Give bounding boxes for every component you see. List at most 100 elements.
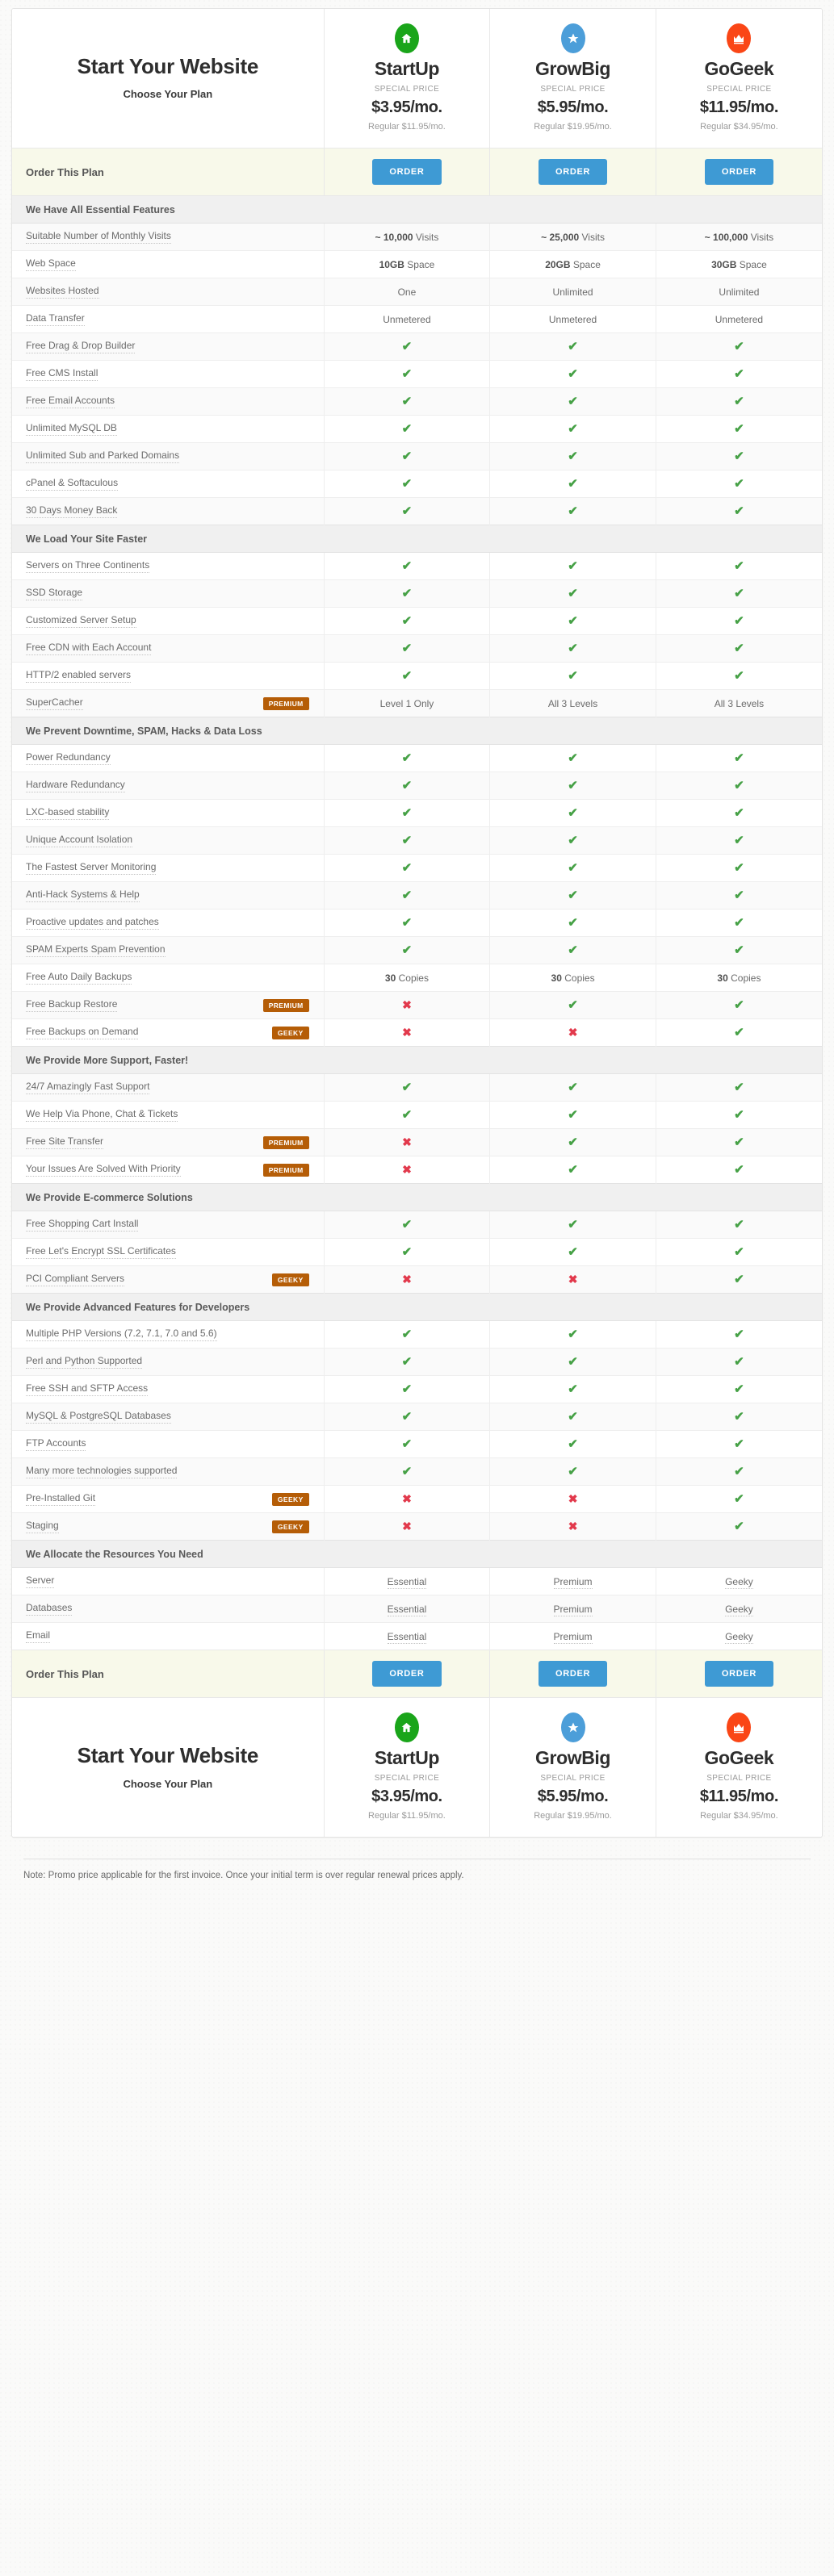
plan-value: 30 Copies: [717, 972, 761, 984]
feature-label[interactable]: SuperCacher: [26, 696, 83, 711]
plan-value: Unmetered: [715, 313, 764, 325]
feature-label[interactable]: Many more technologies supported: [26, 1465, 178, 1479]
feature-label[interactable]: Multiple PHP Versions (7.2, 7.1, 7.0 and…: [26, 1328, 217, 1342]
table-row: FTP Accounts ✔ ✔ ✔: [12, 1430, 822, 1458]
plan-special-price-label: SPECIAL PRICE: [706, 85, 772, 94]
plan-header-gogeek: GoGeek SPECIAL PRICE $11.95/mo. Regular $34…: [655, 1697, 822, 1838]
feature-label[interactable]: Proactive updates and patches: [26, 916, 159, 930]
feature-value-cell: ✔: [655, 1348, 822, 1376]
feature-label[interactable]: Free Backup Restore: [26, 998, 118, 1013]
check-icon: ✔: [568, 340, 578, 354]
feature-label[interactable]: Anti-Hack Systems & Help: [26, 889, 140, 903]
feature-value-cell: Premium: [489, 1567, 656, 1595]
feature-label[interactable]: Hardware Redundancy: [26, 779, 125, 793]
check-icon: ✔: [734, 450, 744, 464]
feature-label[interactable]: Free Auto Daily Backups: [26, 971, 132, 985]
feature-value-cell: Essential: [323, 1595, 490, 1623]
feature-value-cell: ✔: [655, 1485, 822, 1513]
feature-label[interactable]: Customized Server Setup: [26, 614, 136, 629]
check-icon: ✔: [401, 1081, 413, 1095]
feature-label[interactable]: Power Redundancy: [26, 751, 111, 766]
feature-label[interactable]: FTP Accounts: [26, 1437, 86, 1452]
feature-value-cell: ✔: [323, 607, 490, 635]
order-button-startup[interactable]: ORDER: [372, 159, 442, 186]
feature-label[interactable]: LXC-based stability: [26, 806, 110, 821]
feature-label[interactable]: Databases: [26, 1602, 73, 1616]
feature-label[interactable]: Free Drag & Drop Builder: [26, 340, 136, 354]
feature-label[interactable]: Data Transfer: [26, 312, 85, 327]
feature-value-cell: ✖: [323, 1265, 490, 1294]
check-icon: ✔: [401, 587, 413, 601]
feature-label[interactable]: Free SSH and SFTP Access: [26, 1382, 149, 1397]
plan-value: Essential: [387, 1603, 427, 1616]
feature-label-cell: HTTP/2 enabled servers: [12, 662, 325, 690]
feature-label[interactable]: We Help Via Phone, Chat & Tickets: [26, 1108, 178, 1123]
feature-label[interactable]: MySQL & PostgreSQL Databases: [26, 1410, 171, 1424]
feature-label[interactable]: Pre-Installed Git: [26, 1492, 96, 1507]
feature-value-cell: ✔: [655, 1430, 822, 1458]
feature-label[interactable]: Free CDN with Each Account: [26, 642, 152, 656]
feature-label[interactable]: Websites Hosted: [26, 285, 99, 299]
check-icon: ✔: [734, 1355, 744, 1370]
pricing-table-card: Start Your Website Choose Your Plan StartU…: [11, 8, 823, 1838]
feature-label[interactable]: PCI Compliant Servers: [26, 1273, 125, 1287]
crown-icon: [727, 23, 752, 53]
feature-label[interactable]: SPAM Experts Spam Prevention: [26, 943, 166, 958]
order-button-gogeek[interactable]: ORDER: [704, 1661, 774, 1687]
order-button-gogeek[interactable]: ORDER: [704, 159, 774, 186]
feature-value-cell: ✔: [323, 662, 490, 690]
feature-label[interactable]: Staging: [26, 1520, 59, 1534]
feature-value-cell: ✔: [323, 744, 490, 772]
home-icon: [394, 1712, 419, 1743]
order-cell-startup: ORDER: [323, 148, 490, 197]
feature-label[interactable]: Free Site Transfer: [26, 1135, 104, 1150]
feature-label[interactable]: Perl and Python Supported: [26, 1355, 143, 1370]
feature-label[interactable]: HTTP/2 enabled servers: [26, 669, 132, 684]
feature-label[interactable]: Email: [26, 1629, 51, 1644]
plan-header-row: Start Your Website Choose Your Plan StartU…: [12, 9, 822, 148]
feature-label-cell: Server: [12, 1567, 325, 1595]
star-icon: [560, 1712, 585, 1743]
order-button-growbig[interactable]: ORDER: [538, 1661, 608, 1687]
feature-label[interactable]: Unique Account Isolation: [26, 834, 133, 848]
feature-value-cell: Premium: [489, 1622, 656, 1650]
feature-label[interactable]: Unlimited MySQL DB: [26, 422, 117, 437]
order-cell-growbig: ORDER: [489, 1650, 656, 1699]
feature-label-cell: Servers on Three Continents: [12, 552, 325, 580]
feature-label[interactable]: Unlimited Sub and Parked Domains: [26, 450, 180, 464]
plan-value: ~ 10,000 Visits: [375, 231, 439, 243]
plan-special-price-label: SPECIAL PRICE: [540, 85, 606, 94]
feature-label[interactable]: Free CMS Install: [26, 367, 98, 382]
feature-label[interactable]: Free Shopping Cart Install: [26, 1218, 139, 1232]
feature-label[interactable]: Free Backups on Demand: [26, 1026, 139, 1040]
feature-label[interactable]: 30 Days Money Back: [26, 504, 118, 519]
table-row: Free Drag & Drop Builder ✔ ✔ ✔: [12, 332, 822, 361]
feature-label[interactable]: 24/7 Amazingly Fast Support: [26, 1081, 150, 1095]
feature-value-cell: ✔: [323, 1101, 490, 1129]
order-button-startup[interactable]: ORDER: [372, 1661, 442, 1687]
table-row: Multiple PHP Versions (7.2, 7.1, 7.0 and…: [12, 1320, 822, 1349]
feature-label[interactable]: Free Email Accounts: [26, 395, 115, 409]
feature-value-cell: ✔: [489, 634, 656, 663]
feature-value-cell: ~ 10,000 Visits: [323, 223, 490, 251]
feature-label[interactable]: Suitable Number of Monthly Visits: [26, 230, 171, 245]
plan-value: All 3 Levels: [547, 697, 598, 709]
feature-label[interactable]: Web Space: [26, 257, 76, 272]
table-row: Web Space 10GB Space 20GB Space 30GB Space: [12, 250, 822, 278]
feature-label[interactable]: cPanel & Softaculous: [26, 477, 119, 491]
order-button-growbig[interactable]: ORDER: [538, 159, 608, 186]
plan-price: $5.95/mo.: [537, 98, 609, 117]
feature-label[interactable]: Servers on Three Continents: [26, 559, 150, 574]
feature-label[interactable]: SSD Storage: [26, 587, 83, 601]
feature-label[interactable]: Server: [26, 1574, 55, 1589]
check-icon: ✔: [401, 614, 413, 629]
feature-label[interactable]: The Fastest Server Monitoring: [26, 861, 157, 876]
feature-value-cell: ✔: [489, 881, 656, 910]
feature-label[interactable]: Your Issues Are Solved With Priority: [26, 1163, 181, 1177]
table-row: Free Shopping Cart Install ✔ ✔ ✔: [12, 1211, 822, 1239]
feature-value-cell: ✔: [489, 1073, 656, 1102]
feature-value-cell: ✔: [323, 1403, 490, 1431]
feature-label[interactable]: Free Let's Encrypt SSL Certificates: [26, 1245, 176, 1260]
page-title: Start Your Website: [77, 1742, 259, 1767]
brand-cell: Start Your Website Choose Your Plan: [12, 9, 325, 148]
